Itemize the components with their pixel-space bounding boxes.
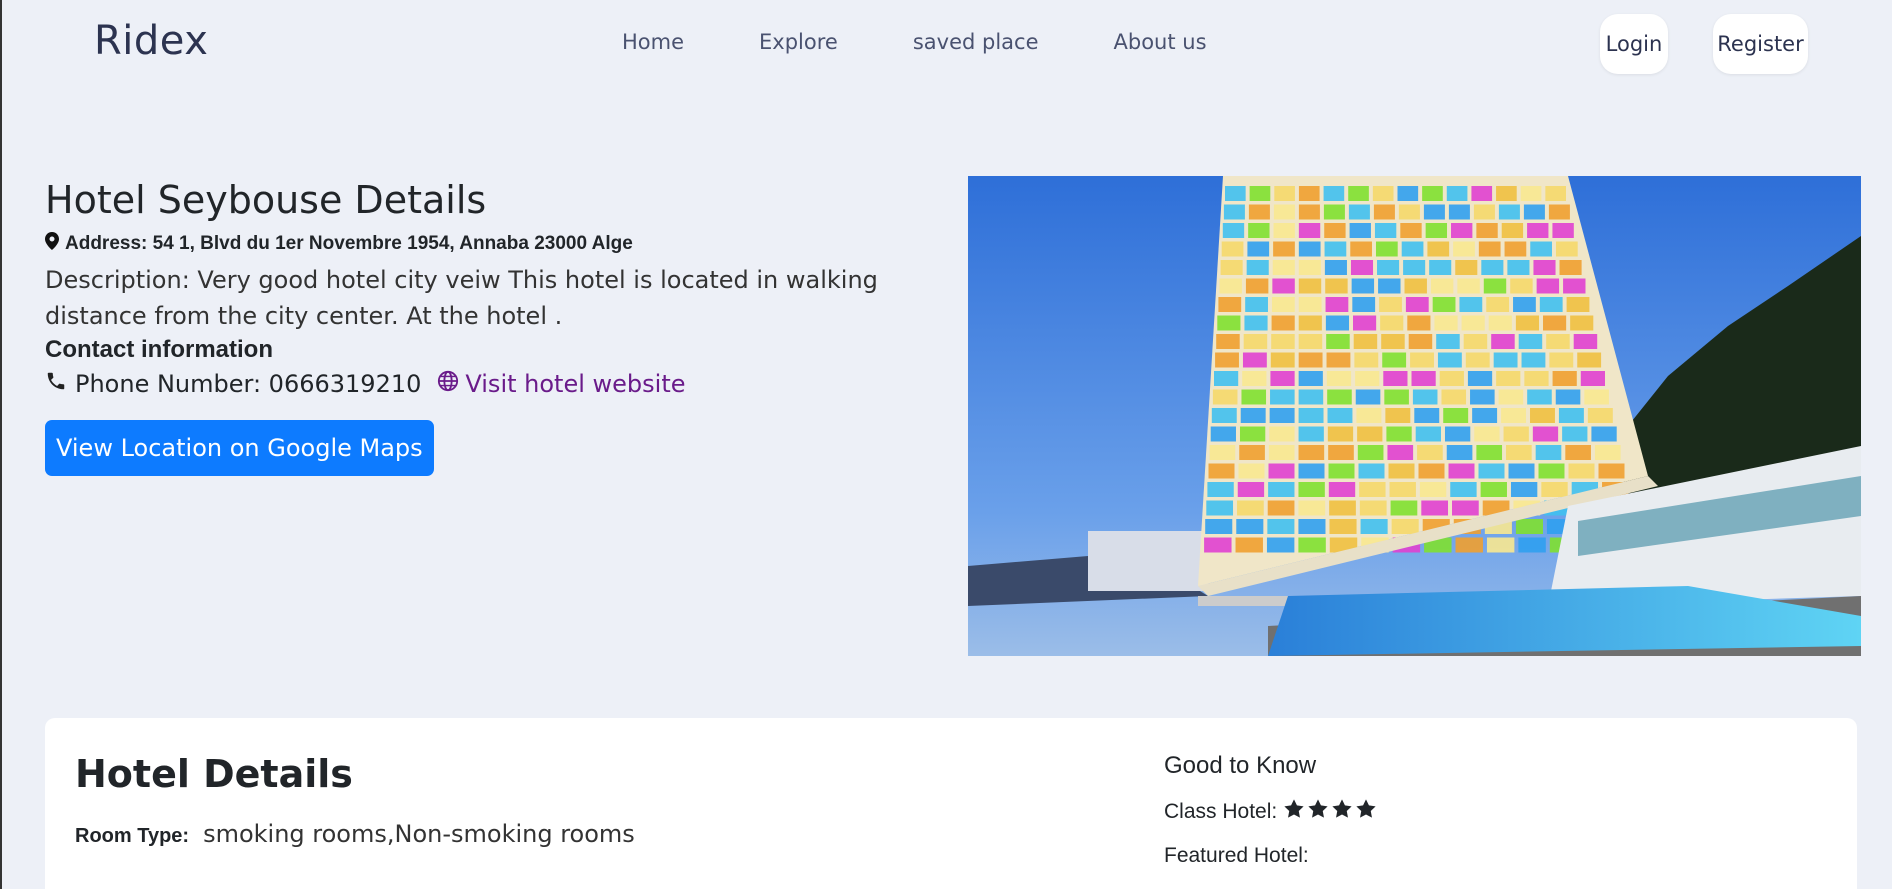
room-type-label: Room Type: [75, 825, 190, 847]
class-stars [1283, 798, 1377, 826]
brand-logo[interactable]: Ridex [94, 18, 208, 64]
hotel-address: Address: 54 1, Blvd du 1er Novembre 1954… [45, 232, 925, 256]
hotel-title: Hotel Seybouse Details [45, 178, 487, 222]
hotel-photo [968, 176, 1861, 656]
class-hotel-label: Class Hotel: [1164, 800, 1278, 823]
room-type-row: Room Type: smoking rooms,Non-smoking roo… [75, 820, 635, 848]
star-icon [1355, 798, 1377, 826]
address-text: Address: 54 1, Blvd du 1er Novembre 1954… [65, 233, 633, 254]
nav-home[interactable]: Home [622, 30, 684, 54]
globe-icon [437, 370, 459, 398]
login-button[interactable]: Login [1600, 14, 1668, 74]
star-icon [1307, 798, 1329, 826]
hotel-details-title: Hotel Details [75, 752, 353, 796]
good-to-know-title: Good to Know [1164, 752, 1317, 779]
featured-hotel-label: Featured Hotel: [1164, 844, 1309, 867]
star-icon [1283, 798, 1305, 826]
phone-number: Phone Number: 0666319210 [75, 370, 422, 398]
contact-row: Phone Number: 0666319210 Visit hotel web… [45, 370, 925, 398]
nav-saved-place[interactable]: saved place [913, 30, 1039, 54]
navbar: Ridex Home Explore saved place About us … [2, 0, 1892, 90]
hotel-details-card: Hotel Details Room Type: smoking rooms,N… [45, 718, 1857, 889]
nav-links: Home Explore saved place About us [622, 30, 1282, 54]
hotel-description: Description: Very good hotel city veiw T… [45, 266, 878, 330]
nav-about-us[interactable]: About us [1114, 30, 1207, 54]
contact-title: Contact information [45, 336, 273, 363]
google-maps-button[interactable]: View Location on Google Maps [45, 420, 434, 476]
room-type-value: smoking rooms,Non-smoking rooms [203, 820, 635, 848]
website-link[interactable]: Visit hotel website [437, 370, 686, 398]
nav-explore[interactable]: Explore [759, 30, 838, 54]
map-marker-icon [45, 232, 59, 256]
phone-icon [45, 370, 67, 398]
star-icon [1331, 798, 1353, 826]
class-hotel-row: Class Hotel: [1164, 798, 1377, 826]
hotel-info: Hotel Seybouse Details Address: 54 1, Bl… [45, 178, 925, 476]
website-link-label: Visit hotel website [465, 370, 686, 398]
good-to-know: Good to Know Class Hotel: Featured Hotel… [1164, 752, 1377, 868]
register-button[interactable]: Register [1713, 14, 1808, 74]
